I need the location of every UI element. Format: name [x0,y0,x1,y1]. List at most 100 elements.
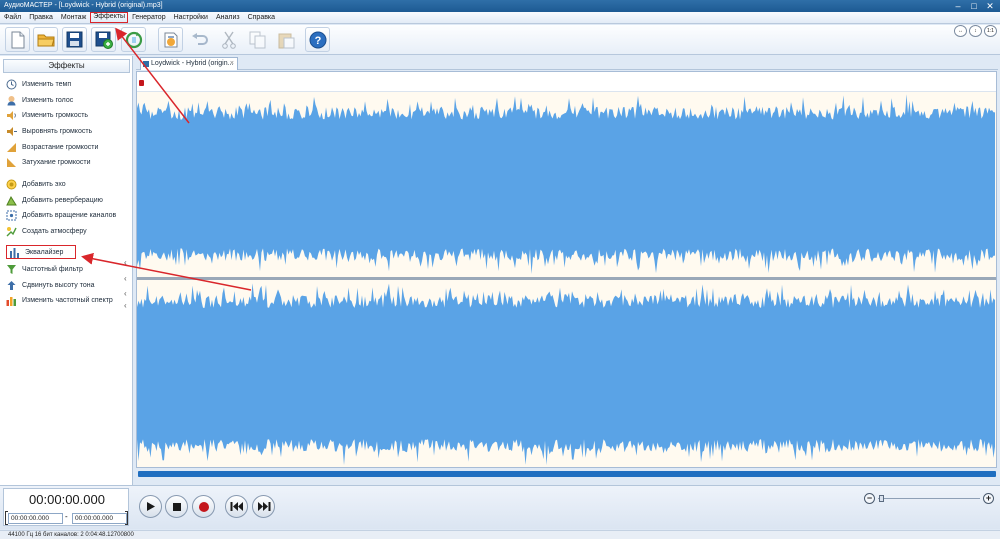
reverb-icon [6,195,17,206]
zoom-vertical-button[interactable]: ↕ [969,25,982,37]
tempo-icon [6,79,17,90]
chevron-left-icon[interactable]: ‹ [124,258,127,267]
save-icon [66,31,83,48]
channel-rotate-icon [6,210,17,221]
rewind-button[interactable] [225,495,248,518]
refresh-icon [125,31,142,48]
zoom-one-to-one-button[interactable]: 1:1 [984,25,997,37]
chevron-left-icon[interactable]: ‹ [124,289,127,298]
echo-icon [6,179,17,190]
effect-change-voice[interactable]: Изменить голос [6,93,130,107]
normalize-icon [6,126,17,137]
effect-label: Выровнять громкость [22,127,93,135]
timeline-ruler[interactable] [137,72,996,92]
effect-label: Сдвинуть высоту тона [22,281,95,289]
menu-file[interactable]: Файл [0,12,25,23]
help-button[interactable]: ? [305,27,330,52]
paste-button[interactable] [274,27,299,52]
minimize-button[interactable]: – [950,0,966,12]
fast-forward-button[interactable] [252,495,275,518]
chevron-left-icon[interactable]: ‹ [124,274,127,283]
effect-label: Частотный фильтр [22,265,83,273]
open-file-button[interactable] [33,27,58,52]
horizontal-scrollbar[interactable] [138,471,996,477]
menu-generator[interactable]: Генератор [128,12,170,23]
menu-analysis[interactable]: Анализ [212,12,244,23]
document-tab[interactable]: Loydwick - Hybrid (origin... × [140,57,238,70]
waveform-editor[interactable] [136,71,997,468]
voice-icon [6,95,17,106]
zoom-out-button[interactable]: − [864,493,875,504]
play-button[interactable] [139,495,162,518]
zoom-fit-button[interactable]: ↔ [954,25,967,37]
effect-change-tempo[interactable]: Изменить темп [6,77,130,91]
range-start-field[interactable]: 00:00:00.000 [8,513,63,524]
fade-out-icon [6,157,17,168]
waveform-channel-right[interactable] [137,280,996,467]
refresh-button[interactable] [121,27,146,52]
audio-info-button[interactable] [158,27,183,52]
effect-normalize-volume[interactable]: Выровнять громкость [6,124,130,138]
toolbar: ? [0,25,1000,55]
cut-button[interactable] [216,27,241,52]
menu-edit[interactable]: Правка [25,12,57,23]
new-file-button[interactable] [5,27,30,52]
stop-button[interactable] [165,495,188,518]
waveform-channel-left[interactable] [137,92,996,276]
range-separator: - [65,512,68,521]
close-tab-icon[interactable]: × [230,58,234,70]
effect-label: Добавить вращение каналов [22,211,117,219]
range-bracket-right [125,511,128,525]
effect-change-volume[interactable]: Изменить громкость [6,108,130,122]
atmosphere-icon [6,226,17,237]
stop-icon [172,502,181,511]
range-end-field[interactable]: 00:00:00.000 [72,513,127,524]
close-window-button[interactable]: ✕ [982,0,998,12]
copy-button[interactable] [245,27,270,52]
zoom-control: − + [862,493,998,507]
undo-button[interactable] [187,27,212,52]
fade-in-icon [6,142,17,153]
open-folder-icon [37,34,55,46]
effect-fade-out[interactable]: Затухание громкости [6,155,130,169]
pitch-icon [6,280,17,291]
save-as-icon [95,31,113,49]
menu-effects[interactable]: Эффекты [90,12,129,23]
effect-label: Изменить голос [22,96,74,104]
status-text: 44100 Гц 16 бит каналов: 2 0:04:48.12700… [8,532,134,538]
effect-pitch-shift[interactable]: Сдвинуть высоту тона [6,278,130,292]
status-bar: 44100 Гц 16 бит каналов: 2 0:04:48.12700… [0,530,1000,539]
zoom-in-button[interactable]: + [983,493,994,504]
save-as-button[interactable] [91,27,116,52]
zoom-slider-thumb[interactable] [879,495,884,502]
effect-label: Эквалайзер [25,248,64,256]
copy-icon [249,31,266,48]
save-button[interactable] [62,27,87,52]
maximize-button[interactable]: □ [966,0,982,12]
filter-icon [6,264,17,275]
effect-add-reverb[interactable]: Добавить реверберацию [6,193,130,207]
effect-frequency-filter[interactable]: Частотный фильтр [6,262,130,276]
record-icon [198,501,209,512]
record-button[interactable] [192,495,215,518]
effect-label: Затухание громкости [22,158,91,166]
effect-create-atmosphere[interactable]: Создать атмосферу [6,224,130,238]
menu-help[interactable]: Справка [244,12,279,23]
effect-label: Добавить эхо [22,180,66,188]
menu-bar: Файл Правка Монтаж Эффекты Генератор Нас… [0,12,1000,24]
effect-fade-in[interactable]: Возрастание громкости [6,140,130,154]
effects-panel-header: Эффекты [3,59,130,73]
menu-settings[interactable]: Настройки [170,12,212,23]
equalizer-icon [9,247,20,258]
effect-label: Изменить частотный спектр [22,296,113,304]
effect-add-echo[interactable]: Добавить эхо [6,177,130,191]
chevron-left-icon[interactable]: ‹ [124,301,127,310]
undo-icon [191,32,208,45]
effect-change-spectrum[interactable]: Изменить частотный спектр [6,293,130,307]
menu-montage[interactable]: Монтаж [57,12,90,23]
playhead-marker[interactable] [139,80,144,86]
effect-channel-rotation[interactable]: Добавить вращение каналов [6,208,130,222]
zoom-slider-track[interactable] [878,498,980,499]
effect-equalizer[interactable]: Эквалайзер [6,245,76,259]
skip-back-icon [230,502,243,511]
